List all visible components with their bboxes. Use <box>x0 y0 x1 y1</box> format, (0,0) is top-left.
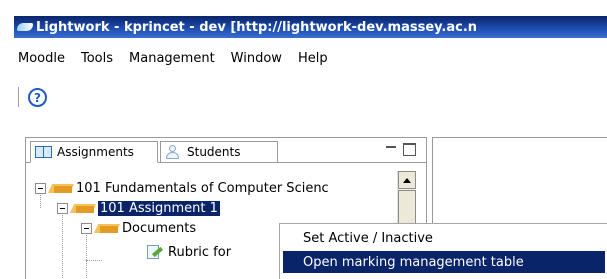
assignments-book-icon <box>35 145 53 159</box>
context-menu: Set Active / Inactive Open marking manag… <box>279 223 607 279</box>
tree-item-label: 101 Fundamentals of Computer Scienc <box>76 180 329 196</box>
menu-moodle[interactable]: Moodle <box>17 49 66 68</box>
tab-students-label: Students <box>187 145 241 159</box>
application-window: Lightwork - kprincet - dev [http://light… <box>0 0 607 279</box>
menu-item-open-marking-management-table[interactable]: Open marking management table <box>283 251 605 273</box>
menu-bar: Moodle Tools Management Window Help <box>14 38 607 78</box>
menu-help[interactable]: Help <box>297 49 329 68</box>
tree-item-file[interactable]: Rubric for <box>146 242 231 262</box>
menu-item-label: Set Active / Inactive <box>303 230 433 246</box>
folder-icon <box>47 183 75 193</box>
minimize-icon[interactable] <box>385 143 398 156</box>
collapse-icon[interactable] <box>81 222 92 234</box>
maximize-icon[interactable] <box>403 143 416 156</box>
menu-management[interactable]: Management <box>128 49 216 68</box>
view-controls <box>385 143 416 156</box>
tab-assignments-label: Assignments <box>57 145 134 159</box>
menu-window[interactable]: Window <box>230 49 283 68</box>
view-tab-strip: Assignments Students <box>26 138 426 163</box>
help-icon[interactable]: ? <box>28 88 47 107</box>
tree-item-label: Rubric for <box>168 244 232 260</box>
tree-item-assignment[interactable]: 101 Assignment 1 <box>57 198 221 218</box>
tree-line <box>86 260 102 261</box>
scroll-up-icon[interactable] <box>398 171 416 189</box>
toolbar: ? <box>14 82 607 112</box>
collapse-icon[interactable] <box>57 202 68 214</box>
menu-tools[interactable]: Tools <box>80 49 114 68</box>
folder-icon <box>93 223 121 233</box>
app-icon <box>17 20 33 34</box>
file-edit-icon <box>146 244 164 260</box>
menu-item-set-active-inactive[interactable]: Set Active / Inactive <box>283 227 605 249</box>
tree-item-course[interactable]: 101 Fundamentals of Computer Scienc <box>35 178 329 198</box>
folder-icon <box>69 203 97 213</box>
toolbar-grip[interactable] <box>18 87 20 107</box>
title-bar[interactable]: Lightwork - kprincet - dev [http://light… <box>14 16 607 38</box>
menu-item-label: Open marking management table <box>303 254 524 270</box>
tab-students[interactable]: Students <box>160 141 278 163</box>
tab-assignments[interactable]: Assignments <box>30 141 158 163</box>
window-title: Lightwork - kprincet - dev [http://light… <box>36 19 478 35</box>
tree-item-label: 101 Assignment 1 <box>97 199 221 217</box>
tree-item-documents[interactable]: Documents <box>81 218 196 238</box>
tree-item-label: Documents <box>122 220 197 236</box>
students-icon <box>165 144 183 160</box>
collapse-icon[interactable] <box>35 182 46 194</box>
tree-line <box>62 208 63 279</box>
